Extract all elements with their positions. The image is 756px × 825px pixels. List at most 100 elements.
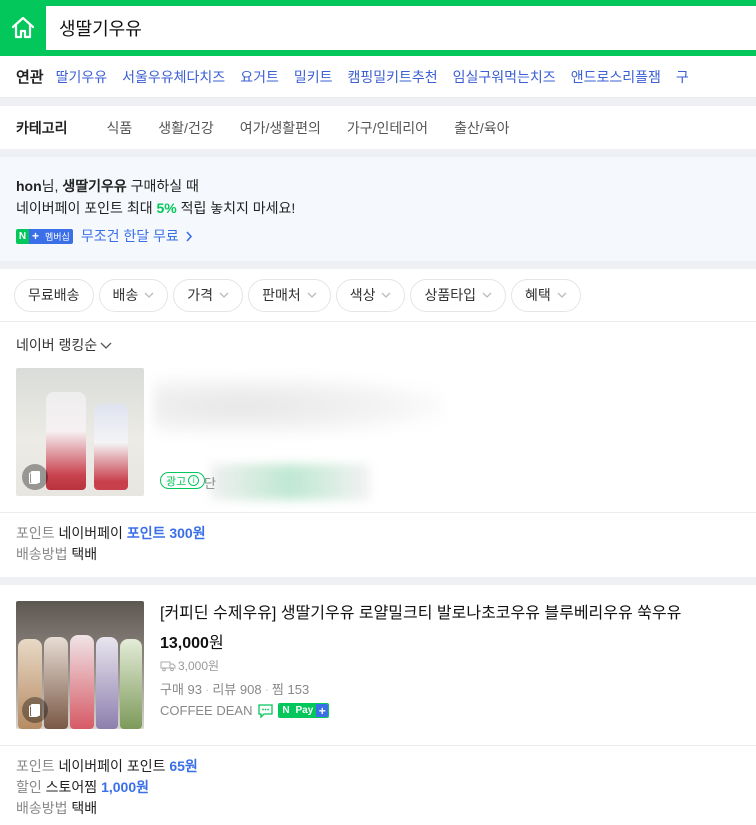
- bottle-image: [46, 392, 86, 490]
- related-item[interactable]: 밀키트: [294, 67, 333, 87]
- filter-label: 배송: [112, 287, 139, 303]
- filter-chip-product-type[interactable]: 상품타입: [410, 278, 506, 312]
- section-divider: [0, 261, 756, 269]
- like-count: 찜 153: [271, 682, 310, 697]
- filter-chip-benefit[interactable]: 혜택: [511, 278, 581, 312]
- point-row: 포인트 네이버페이 포인트 300원: [16, 523, 740, 544]
- review-count[interactable]: 리뷰 908: [212, 682, 261, 697]
- filter-chip-price[interactable]: 가격: [173, 278, 244, 312]
- membership-promo: hon님, 생딸기우유 구매하실 때 네이버페이 포인트 최대 5% 적립 놓치…: [0, 157, 756, 261]
- blurred-detail: [210, 464, 370, 500]
- section-divider: [0, 577, 756, 585]
- filter-chip-color[interactable]: 색상: [335, 278, 406, 312]
- price-unit: 원: [208, 635, 224, 652]
- free-month-link[interactable]: 무조건 한달 무료: [81, 226, 193, 246]
- search-box[interactable]: [46, 6, 756, 50]
- filter-label: 색상: [349, 287, 376, 303]
- promo-user: hon: [16, 178, 42, 194]
- shipping-key: 배송방법: [16, 546, 68, 562]
- naver-n-icon: N: [279, 704, 293, 717]
- shipping-fee: 3,000원: [160, 657, 740, 674]
- store-name[interactable]: COFFEE DEAN: [160, 703, 252, 718]
- point-key: 포인트: [16, 758, 55, 774]
- category-title: 카테고리: [16, 119, 68, 136]
- shipping-row: 배송방법 택배: [16, 798, 740, 819]
- bottle-image: [70, 635, 94, 729]
- ad-badge[interactable]: 광고 i: [160, 472, 206, 489]
- filter-label: 혜택: [525, 287, 551, 303]
- filter-label: 가격: [187, 287, 214, 303]
- chevron-down-icon: [307, 292, 317, 298]
- discount-value: 스토어찜: [45, 779, 98, 795]
- product-thumbnail[interactable]: [16, 368, 144, 496]
- filter-chip-shipping[interactable]: 배송: [98, 278, 169, 312]
- product-body: 광고 i 단: [0, 368, 756, 500]
- point-value: 네이버페이: [58, 525, 123, 541]
- filter-label: 무료배송: [28, 287, 80, 303]
- plus-icon: +: [29, 228, 42, 244]
- promo-text: 네이버페이 포인트 최대: [16, 200, 157, 216]
- product-title[interactable]: [커피딘 수제우유] 생딸기우유 로얄밀크티 발로나초코우유 블루베리우유 쑥우…: [160, 603, 740, 625]
- related-item[interactable]: 구: [676, 67, 689, 87]
- price-value: 13,000: [160, 635, 209, 652]
- category-item[interactable]: 여가/생활편의: [240, 118, 321, 138]
- search-input[interactable]: [59, 17, 756, 39]
- related-item[interactable]: 서울우유체다치즈: [122, 67, 225, 87]
- chevron-down-icon: [219, 292, 229, 298]
- product-stats: 구매 93 · 리뷰 908 · 찜 153: [160, 679, 740, 698]
- sort-dropdown[interactable]: 네이버 랭킹순: [0, 322, 756, 368]
- related-searches: 연관 딸기우유 서울우유체다치즈 요거트 밀키트 캠핑밀키트추천 임실구워먹는치…: [0, 56, 756, 98]
- ad-content[interactable]: 광고 i 단: [150, 368, 450, 500]
- promo-text: 적립 놓치지 마세요!: [176, 200, 296, 216]
- related-item[interactable]: 딸기우유: [56, 67, 108, 87]
- related-item[interactable]: 요거트: [240, 67, 279, 87]
- related-item[interactable]: 임실구워먹는치즈: [453, 67, 556, 87]
- truck-icon: [160, 661, 176, 671]
- shipping-key: 배송방법: [16, 800, 68, 816]
- section-divider: [0, 149, 756, 157]
- membership-badge: N + 멤버십: [16, 228, 73, 244]
- promo-footer: N + 멤버십 무조건 한달 무료: [16, 226, 740, 246]
- promo-line-2: 네이버페이 포인트 최대 5% 적립 놓치지 마세요!: [16, 197, 740, 219]
- product-price: 13,000원: [160, 629, 740, 653]
- blurred-title: [154, 376, 444, 436]
- category-item[interactable]: 출산/육아: [454, 118, 509, 138]
- product-thumbnail[interactable]: [16, 601, 144, 729]
- free-month-label: 무조건 한달 무료: [80, 228, 179, 244]
- point-highlight: 65원: [169, 758, 198, 774]
- related-item[interactable]: 캠핑밀키트추천: [347, 67, 437, 87]
- home-button[interactable]: [0, 6, 46, 50]
- chevron-down-icon: [557, 292, 567, 298]
- category-item[interactable]: 가구/인테리어: [347, 118, 428, 138]
- chevron-down-icon: [100, 342, 112, 349]
- point-highlight: 포인트 300원: [126, 525, 206, 541]
- discount-row: 할인 스토어찜 1,000원: [16, 777, 740, 798]
- talk-chat-icon[interactable]: [258, 703, 274, 718]
- related-item[interactable]: 앤드로스리플잼: [571, 67, 661, 87]
- filter-chip-seller[interactable]: 판매처: [248, 278, 331, 312]
- point-value: 네이버페이 포인트: [58, 758, 166, 774]
- filter-chips: 무료배송 배송 가격 판매처 색상 상품타입 혜택: [0, 269, 756, 322]
- product-info: [커피딘 수제우유] 생딸기우유 로얄밀크티 발로나초코우유 블루베리우유 쑥우…: [160, 601, 740, 729]
- shipping-value: 택배: [71, 546, 98, 562]
- bottle-image: [96, 637, 118, 729]
- product-meta-divider: 포인트 네이버페이 포인트 65원 할인 스토어찜 1,000원 배송방법 택배: [0, 745, 756, 825]
- product-meta-divider: 포인트 네이버페이 포인트 300원 배송방법 택배: [0, 512, 756, 577]
- ad-label: 광고: [166, 475, 187, 488]
- shipping-fee-value: 3,000원: [178, 659, 220, 673]
- chevron-down-icon: [482, 292, 492, 298]
- discount-highlight: 1,000원: [101, 779, 149, 795]
- chevron-down-icon: [382, 292, 391, 298]
- discount-key: 할인: [16, 779, 42, 795]
- ad-trailing-text: 단: [204, 476, 216, 491]
- filter-chip-free-shipping[interactable]: 무료배송: [14, 278, 94, 312]
- store-row: COFFEE DEAN N Pay +: [160, 703, 740, 718]
- plus-icon: +: [316, 704, 329, 717]
- category-item[interactable]: 생활/건강: [158, 118, 213, 138]
- point-key: 포인트: [16, 525, 55, 541]
- membership-label: 멤버십: [42, 228, 73, 244]
- category-item[interactable]: 식품: [107, 118, 133, 138]
- purchase-count: 구매 93: [160, 682, 202, 697]
- chevron-right-icon: [186, 231, 192, 242]
- product-card: [커피딘 수제우유] 생딸기우유 로얄밀크티 발로나초코우유 블루베리우유 쑥우…: [0, 585, 756, 825]
